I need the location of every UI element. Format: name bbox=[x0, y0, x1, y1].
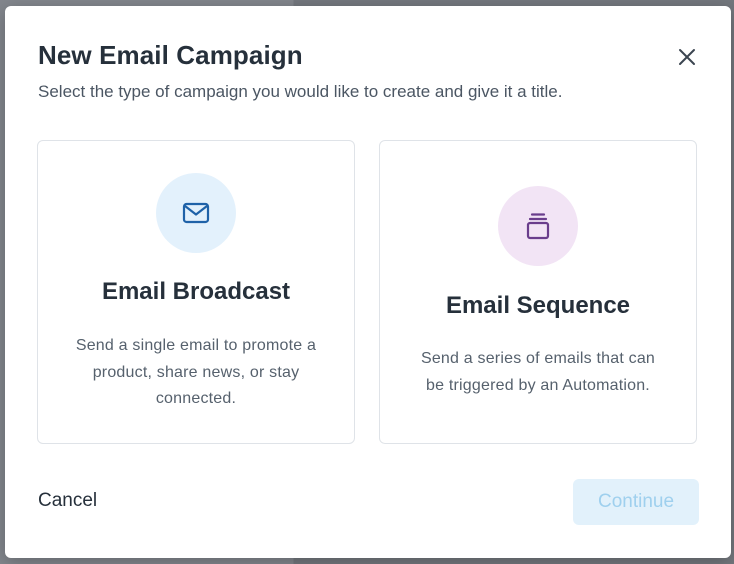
option-title: Email Sequence bbox=[445, 292, 631, 319]
cancel-button[interactable]: Cancel bbox=[38, 490, 97, 512]
option-description: Send a single email to promote a product… bbox=[75, 337, 317, 407]
stack-icon bbox=[526, 213, 550, 240]
continue-button[interactable]: Continue bbox=[573, 479, 699, 525]
close-icon bbox=[679, 49, 695, 65]
envelope-icon bbox=[182, 202, 210, 224]
option-card-email-sequence[interactable]: Email Sequence Send a series of emails t… bbox=[379, 140, 697, 444]
new-campaign-dialog: New Email Campaign Select the type of ca… bbox=[5, 6, 731, 558]
option-title: Email Broadcast bbox=[101, 278, 291, 305]
dialog-title: New Email Campaign bbox=[38, 40, 303, 70]
close-button[interactable] bbox=[676, 46, 698, 68]
option-card-email-broadcast[interactable]: Email Broadcast Send a single email to p… bbox=[37, 140, 355, 444]
email-broadcast-icon-badge bbox=[156, 173, 236, 253]
option-description: Send a series of emails that can be trig… bbox=[420, 350, 656, 394]
email-sequence-icon-badge bbox=[498, 186, 578, 266]
dialog-subtitle: Select the type of campaign you would li… bbox=[38, 82, 563, 101]
